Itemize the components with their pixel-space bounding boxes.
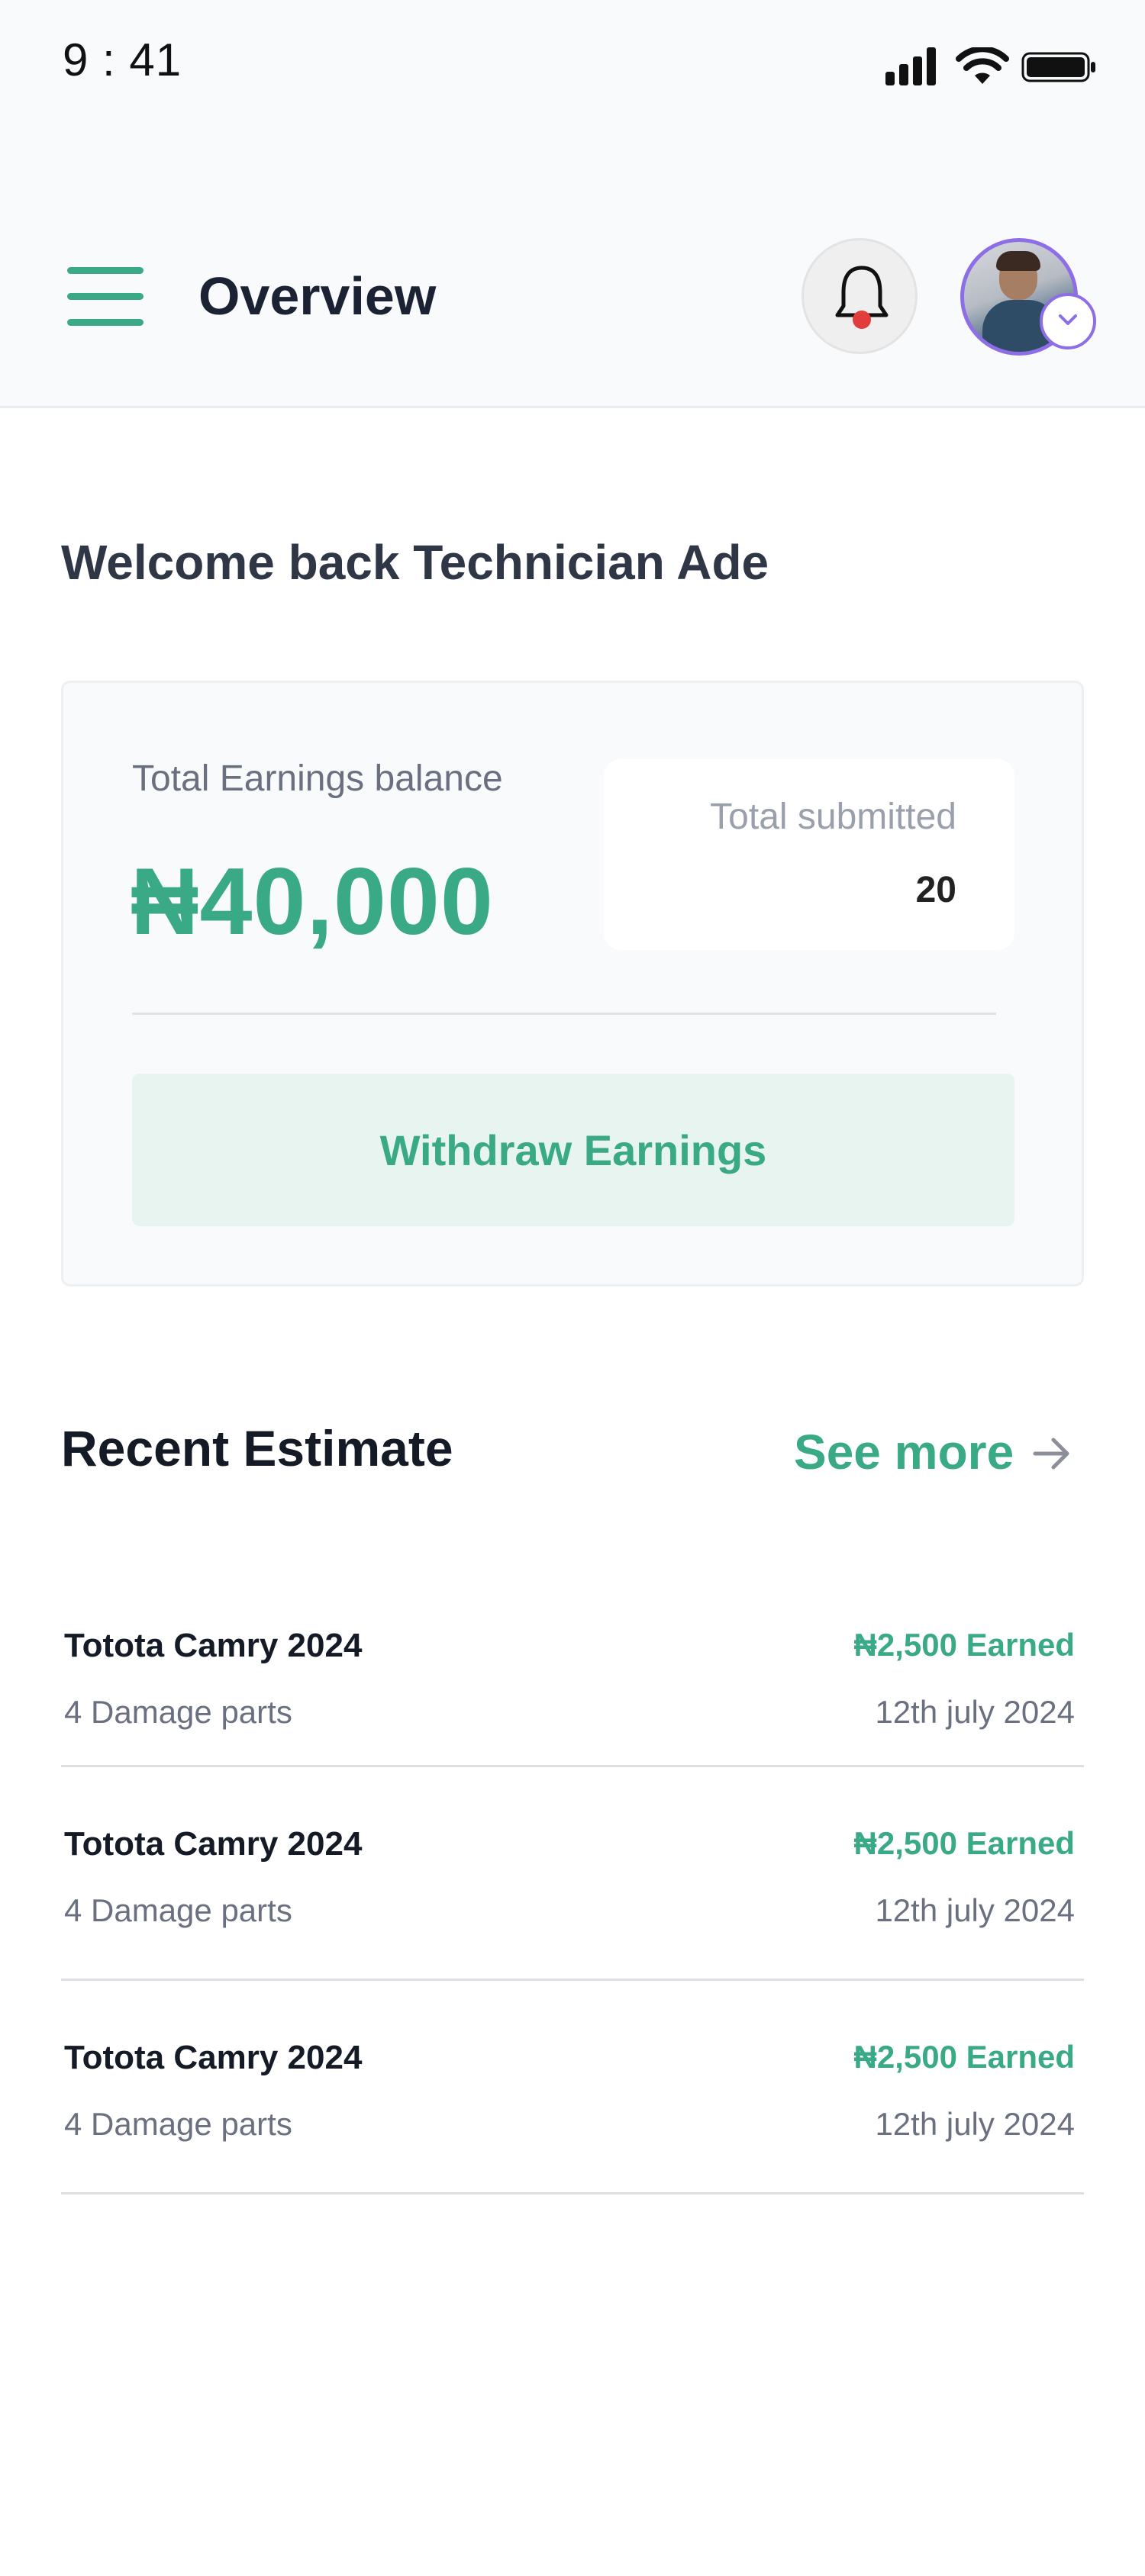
notification-dot [853,311,871,329]
menu-button[interactable] [67,267,147,326]
submitted-label: Total submitted [710,797,956,837]
withdraw-earnings-button[interactable]: Withdraw Earnings [132,1074,1014,1226]
estimate-parts: 4 Damage parts [64,2106,292,2142]
estimate-earned: ₦2,500 Earned [853,1627,1076,1663]
notifications-button[interactable] [802,238,918,354]
estimate-car: Totota Camry 2024 [64,1825,363,1863]
estimate-car: Totota Camry 2024 [64,1627,363,1664]
estimate-date: 12th july 2024 [875,1694,1075,1730]
see-more-link[interactable]: See more [794,1424,1014,1480]
submitted-value: 20 [915,870,956,910]
arrow-right-icon[interactable] [1029,1431,1073,1476]
wifi-icon [956,47,1009,84]
battery-icon [1021,52,1095,82]
status-icons [885,47,1099,93]
chevron-down-icon [1059,314,1077,325]
total-submitted-box: Total submitted 20 [604,759,1014,950]
estimate-parts: 4 Damage parts [64,1892,292,1928]
profile-dropdown-button[interactable] [1040,293,1096,349]
list-item[interactable]: Totota Camry 2024 4 Damage parts ₦2,500 … [61,1825,1084,1981]
balance-value: ₦40,000 [131,849,494,955]
estimate-car: Totota Camry 2024 [64,2039,363,2076]
status-time: 9 : 41 [63,34,182,85]
signal-icon [885,47,936,85]
recent-estimate-title: Recent Estimate [61,1420,453,1476]
divider [132,1013,996,1015]
hamburger-menu-icon [67,319,144,326]
estimate-date: 12th july 2024 [875,1892,1075,1928]
bell-icon [835,266,889,329]
estimate-parts: 4 Damage parts [64,1694,292,1730]
welcome-message: Welcome back Technician Ade [61,535,769,590]
balance-label: Total Earnings balance [132,758,503,799]
earnings-card: Total Earnings balance ₦40,000 Total sub… [61,681,1084,1286]
hamburger-menu-icon [67,293,144,300]
list-item[interactable]: Totota Camry 2024 4 Damage parts ₦2,500 … [61,1627,1084,1767]
hamburger-menu-icon [67,267,144,274]
page-title: Overview [198,266,437,326]
app-header: 9 : 41 Overview [0,0,1145,408]
estimate-date: 12th july 2024 [875,2106,1075,2142]
estimate-earned: ₦2,500 Earned [853,2039,1076,2075]
estimate-earned: ₦2,500 Earned [853,1825,1076,1861]
list-item[interactable]: Totota Camry 2024 4 Damage parts ₦2,500 … [61,2039,1084,2194]
